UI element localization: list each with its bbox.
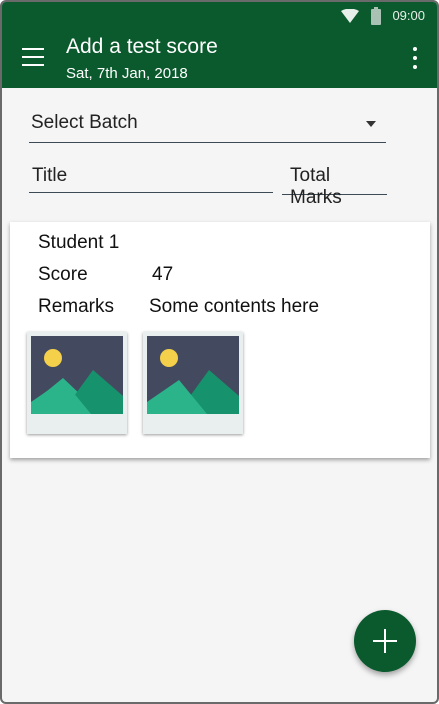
battery-icon <box>371 7 381 25</box>
attachment-thumbnail[interactable] <box>143 332 243 434</box>
title-input[interactable]: Title <box>29 160 273 193</box>
image-placeholder-icon <box>31 336 123 414</box>
student-score-card[interactable]: Student 1 Score 47 Remarks Some contents… <box>10 222 430 458</box>
page-subtitle-date: Sat, 7th Jan, 2018 <box>66 65 188 82</box>
title-input-text: Title <box>32 165 68 186</box>
batch-select-dropdown[interactable]: Select Batch <box>29 106 386 143</box>
attachment-thumbnail[interactable] <box>27 332 127 434</box>
dropdown-caret-icon <box>366 121 376 127</box>
menu-icon[interactable] <box>22 48 44 66</box>
plus-icon <box>373 629 397 653</box>
app-bar: Add a test score Sat, 7th Jan, 2018 <box>2 30 437 88</box>
status-bar: 09:00 <box>2 2 437 30</box>
overflow-menu-icon[interactable] <box>411 47 419 73</box>
total-marks-input-text: Total Marks <box>290 165 342 208</box>
student-name: Student 1 <box>38 232 120 253</box>
page-title: Add a test score <box>66 35 218 58</box>
phone-screen: 09:00 Add a test score Sat, 7th Jan, 201… <box>0 0 439 704</box>
batch-select-value: Select Batch <box>31 112 138 133</box>
remarks-value: Some contents here <box>149 296 320 317</box>
image-placeholder-icon <box>147 336 239 414</box>
score-value: 47 <box>152 264 174 285</box>
add-score-button[interactable] <box>354 610 416 672</box>
total-marks-input[interactable]: Total Marks <box>282 160 387 208</box>
remarks-label: Remarks <box>38 296 115 317</box>
status-time: 09:00 <box>392 8 425 23</box>
wifi-icon <box>341 9 359 23</box>
score-label: Score <box>38 264 88 285</box>
